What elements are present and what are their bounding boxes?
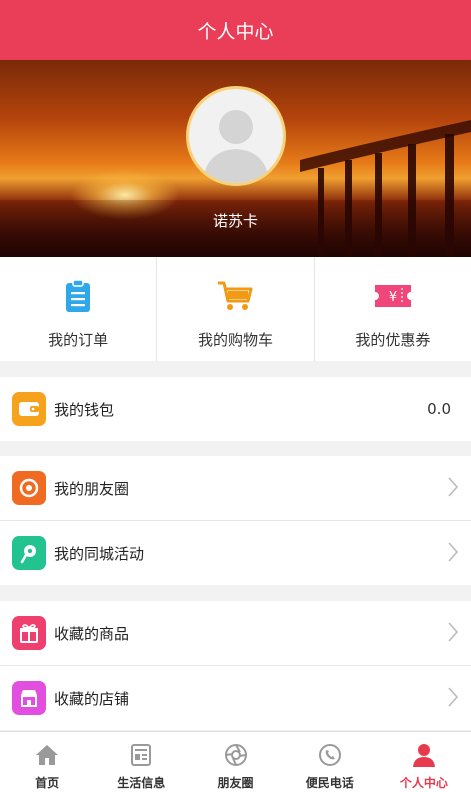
favorite-products-label: 收藏的商品 (54, 624, 130, 643)
favorite-products-row[interactable]: 收藏的商品 (0, 601, 471, 665)
page-header: 个人中心 (0, 0, 471, 60)
quick-actions: 我的订单 我的购物车 ¥ 我的优惠券 (0, 257, 471, 361)
tab-moments-label: 朋友圈 (217, 776, 254, 790)
my-moments-label: 我的朋友圈 (54, 479, 130, 498)
tab-phone[interactable]: 便民电话 (283, 732, 377, 792)
page-title: 个人中心 (197, 20, 274, 43)
svg-text:¥: ¥ (389, 290, 397, 305)
my-coupons-label: 我的优惠券 (355, 331, 431, 349)
tab-moments[interactable]: 朋友圈 (188, 732, 282, 792)
wallet-balance: 0.0 (427, 400, 451, 418)
my-moments-row[interactable]: 我的朋友圈 (0, 456, 471, 520)
chevron-right-icon (448, 687, 459, 707)
tab-home[interactable]: 首页 (0, 732, 94, 792)
my-coupons-button[interactable]: ¥ 我的优惠券 (315, 257, 471, 361)
favorite-stores-row[interactable]: 收藏的店铺 (0, 666, 471, 730)
bottom-tab-bar: 首页 生活信息 朋友圈 便民电话 个人中心 (0, 731, 471, 792)
user-icon (411, 742, 437, 768)
phone-icon (318, 742, 342, 768)
tab-life-info-label: 生活信息 (117, 776, 166, 790)
tab-profile[interactable]: 个人中心 (377, 732, 471, 792)
tab-phone-label: 便民电话 (305, 776, 354, 790)
news-icon (130, 742, 152, 768)
local-events-row[interactable]: 我的同城活动 (0, 521, 471, 585)
wallet-row[interactable]: 我的钱包 0.0 (0, 377, 471, 441)
default-avatar-icon (203, 110, 269, 183)
tab-life-info[interactable]: 生活信息 (94, 732, 188, 792)
home-icon (34, 742, 60, 768)
favorite-stores-label: 收藏的店铺 (54, 689, 130, 708)
coupon-icon: ¥ (372, 279, 414, 313)
chevron-right-icon (448, 622, 459, 642)
wallet-icon (12, 392, 46, 426)
chevron-right-icon (448, 477, 459, 497)
username: 诺苏卡 (212, 212, 258, 230)
wallet-label: 我的钱包 (54, 400, 115, 419)
clipboard-icon (64, 279, 92, 313)
tab-profile-label: 个人中心 (399, 776, 448, 790)
avatar[interactable] (186, 86, 286, 186)
my-orders-button[interactable]: 我的订单 (0, 257, 158, 361)
local-events-label: 我的同城活动 (54, 544, 145, 563)
store-icon (12, 681, 46, 715)
aperture-icon (224, 742, 248, 768)
profile-banner: 诺苏卡 (0, 60, 471, 257)
gift-icon (12, 616, 46, 650)
location-pin-icon (12, 536, 46, 570)
chevron-right-icon (448, 542, 459, 562)
my-orders-label: 我的订单 (48, 331, 109, 349)
my-cart-label: 我的购物车 (197, 331, 273, 349)
my-cart-button[interactable]: 我的购物车 (157, 257, 315, 361)
aperture-icon (12, 471, 46, 505)
tab-home-label: 首页 (35, 776, 60, 790)
cart-icon (216, 279, 254, 313)
